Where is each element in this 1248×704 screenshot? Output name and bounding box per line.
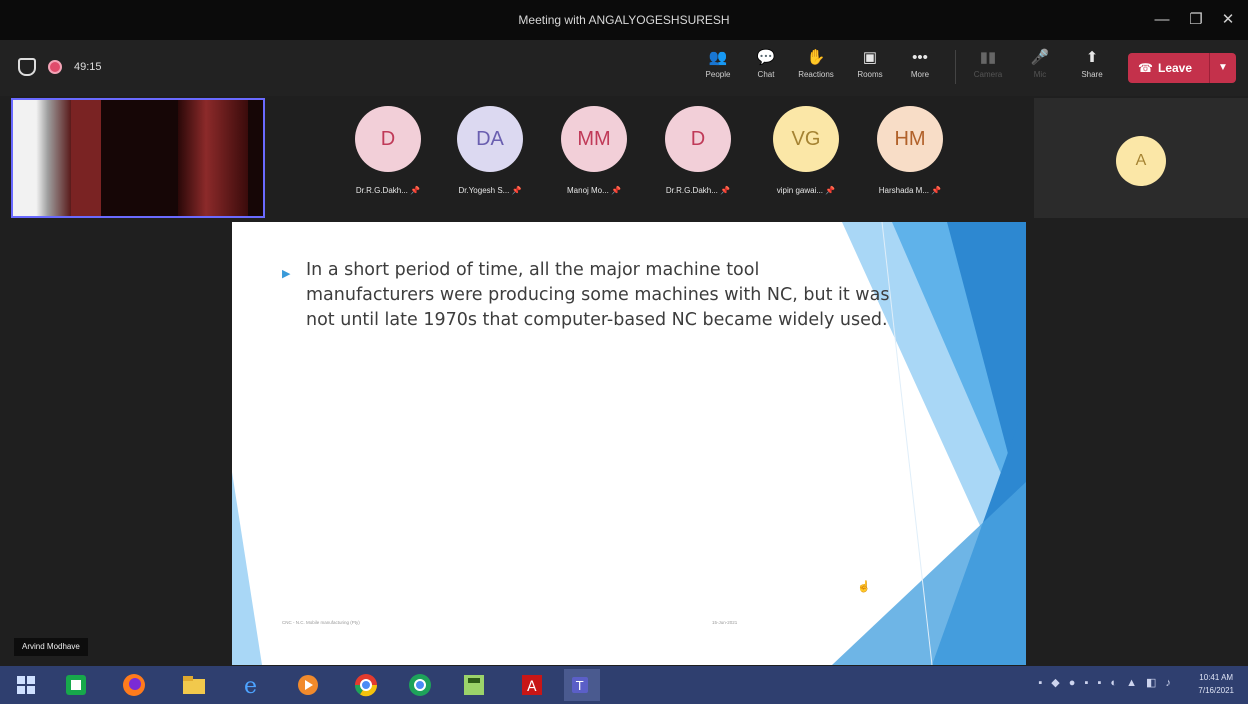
avatar: D [355, 106, 421, 172]
rooms-button[interactable]: ▣ Rooms [850, 46, 890, 90]
presenter-name-tag: Arvind Modhave [14, 638, 88, 656]
people-label: People [705, 70, 731, 79]
chat-button[interactable]: 💬 Chat [746, 46, 786, 90]
close-button[interactable]: ✕ [1214, 8, 1242, 32]
clock-time: 10:41 AM [1199, 673, 1234, 682]
pin-icon[interactable]: 📌 [720, 186, 730, 195]
svg-text:A: A [527, 679, 537, 695]
pin-icon[interactable]: 📌 [611, 186, 621, 195]
share-label: Share [1081, 70, 1103, 79]
video-frame-curtain [71, 100, 101, 216]
participant-name: Manoj Mo... [567, 186, 609, 195]
camera-label: Camera [973, 70, 1003, 79]
toolbar-divider [955, 50, 956, 84]
shield-icon[interactable] [18, 58, 36, 76]
minimize-button[interactable]: — [1148, 8, 1176, 32]
participant-tile[interactable]: HM Harshada M... 📌 [862, 106, 958, 195]
leave-dropdown-chevron-icon[interactable]: ▼ [1209, 53, 1236, 83]
meeting-timer: 49:15 [74, 61, 102, 73]
more-label: More [910, 70, 930, 79]
avatar: DA [457, 106, 523, 172]
video-frame-curtain [13, 100, 71, 216]
people-button[interactable]: 👥 People [698, 46, 738, 90]
reactions-label: Reactions [798, 70, 834, 79]
window-title: Meeting with ANGALYOGESHSURESH [518, 13, 730, 27]
chrome-alt-icon[interactable] [402, 669, 438, 701]
mic-button[interactable]: 🎤 Mic [1020, 46, 1060, 90]
participant-tile[interactable]: DA Dr.Yogesh S... 📌 [442, 106, 538, 195]
bullet-arrow-icon: ▶ [282, 267, 291, 280]
participant-name: Harshada M... [878, 186, 930, 195]
calculator-icon[interactable] [456, 669, 492, 701]
phone-icon: ☎ [1138, 61, 1153, 75]
window-title-bar: Meeting with ANGALYOGESHSURESH — ❐ ✕ [0, 0, 1248, 40]
reactions-icon: ✋ [806, 49, 826, 66]
video-frame-curtain [178, 100, 248, 216]
camera-icon: ▮▮ [979, 49, 997, 66]
windows-start-icon[interactable] [8, 669, 44, 701]
leave-button[interactable]: ☎ Leave ▼ [1128, 53, 1236, 83]
pin-icon[interactable]: 📌 [512, 186, 522, 195]
pin-icon[interactable]: 📌 [931, 186, 941, 195]
shared-presentation-slide[interactable]: ▶ In a short period of time, all the maj… [232, 222, 1026, 665]
restore-button[interactable]: ❐ [1182, 8, 1210, 32]
share-icon: ⬆ [1085, 49, 1099, 66]
windows-taskbar: e A T ▪ ◆ ● ▪ ▪ ◐ ▲ ◧ ♪ 10:41 AM 7/16/20… [0, 666, 1248, 704]
slide-bullet-text: In a short period of time, all the major… [306, 260, 890, 330]
slide-footer-date: 15-Jun-2021 [712, 620, 738, 625]
mouse-cursor-icon: ☝ [857, 581, 871, 593]
recording-icon [48, 60, 62, 74]
leave-label: Leave [1158, 61, 1193, 75]
reactions-button[interactable]: ✋ Reactions [796, 46, 836, 90]
taskbar-clock[interactable]: 10:41 AM 7/16/2021 [1198, 671, 1234, 697]
avatar: VG [773, 106, 839, 172]
avatar: A [1116, 136, 1166, 186]
participant-tile[interactable]: MM Manoj Mo... 📌 [546, 106, 642, 195]
mic-icon: 🎤 [1030, 49, 1050, 66]
chat-label: Chat [757, 70, 775, 79]
media-player-icon[interactable] [290, 669, 326, 701]
svg-text:T: T [575, 679, 584, 693]
overflow-participant-tile[interactable]: A [1034, 98, 1248, 218]
internet-explorer-icon[interactable]: e [234, 669, 270, 701]
teams-icon[interactable]: T [564, 669, 600, 701]
pin-icon[interactable]: 📌 [410, 186, 420, 195]
participant-name: Dr.R.G.Dakh... [355, 186, 408, 195]
participant-tile[interactable]: D Dr.R.G.Dakh... 📌 [340, 106, 436, 195]
meeting-toolbar: 49:15 👥 People 💬 Chat ✋ Reactions ▣ Room… [0, 40, 1248, 96]
file-explorer-icon[interactable] [176, 669, 212, 701]
avatar: MM [561, 106, 627, 172]
participant-name: Dr.R.G.Dakh... [665, 186, 718, 195]
teams-calendar-icon[interactable] [58, 669, 94, 701]
more-button[interactable]: ••• More [900, 46, 940, 90]
slide-bullet: ▶ In a short period of time, all the maj… [282, 258, 892, 333]
firefox-icon[interactable] [116, 669, 152, 701]
people-icon: 👥 [708, 49, 728, 66]
more-icon: ••• [912, 49, 928, 66]
chrome-icon[interactable] [348, 669, 384, 701]
camera-button[interactable]: ▮▮ Camera [968, 46, 1008, 90]
clock-date: 7/16/2021 [1198, 686, 1234, 695]
self-video-tile[interactable] [11, 98, 265, 218]
system-tray[interactable]: ▪ ◆ ● ▪ ▪ ◐ ▲ ◧ ♪ [1038, 676, 1174, 689]
participant-tile[interactable]: D Dr.R.G.Dakh... 📌 [650, 106, 746, 195]
svg-text:e: e [244, 674, 257, 697]
acrobat-icon[interactable]: A [514, 669, 550, 701]
rooms-icon: ▣ [862, 49, 878, 66]
avatar: HM [877, 106, 943, 172]
share-button[interactable]: ⬆ Share [1072, 46, 1112, 90]
chat-icon: 💬 [756, 49, 776, 66]
avatar: D [665, 106, 731, 172]
participant-name: Dr.Yogesh S... [458, 186, 510, 195]
pin-icon[interactable]: 📌 [825, 186, 835, 195]
mic-label: Mic [1033, 70, 1047, 79]
participant-tile[interactable]: VG vipin gawai... 📌 [758, 106, 854, 195]
slide-footer-left: CNC - N.C. Mobile manufacturing (Pty) [282, 620, 360, 625]
participant-name: vipin gawai... [776, 186, 824, 195]
rooms-label: Rooms [857, 70, 883, 79]
